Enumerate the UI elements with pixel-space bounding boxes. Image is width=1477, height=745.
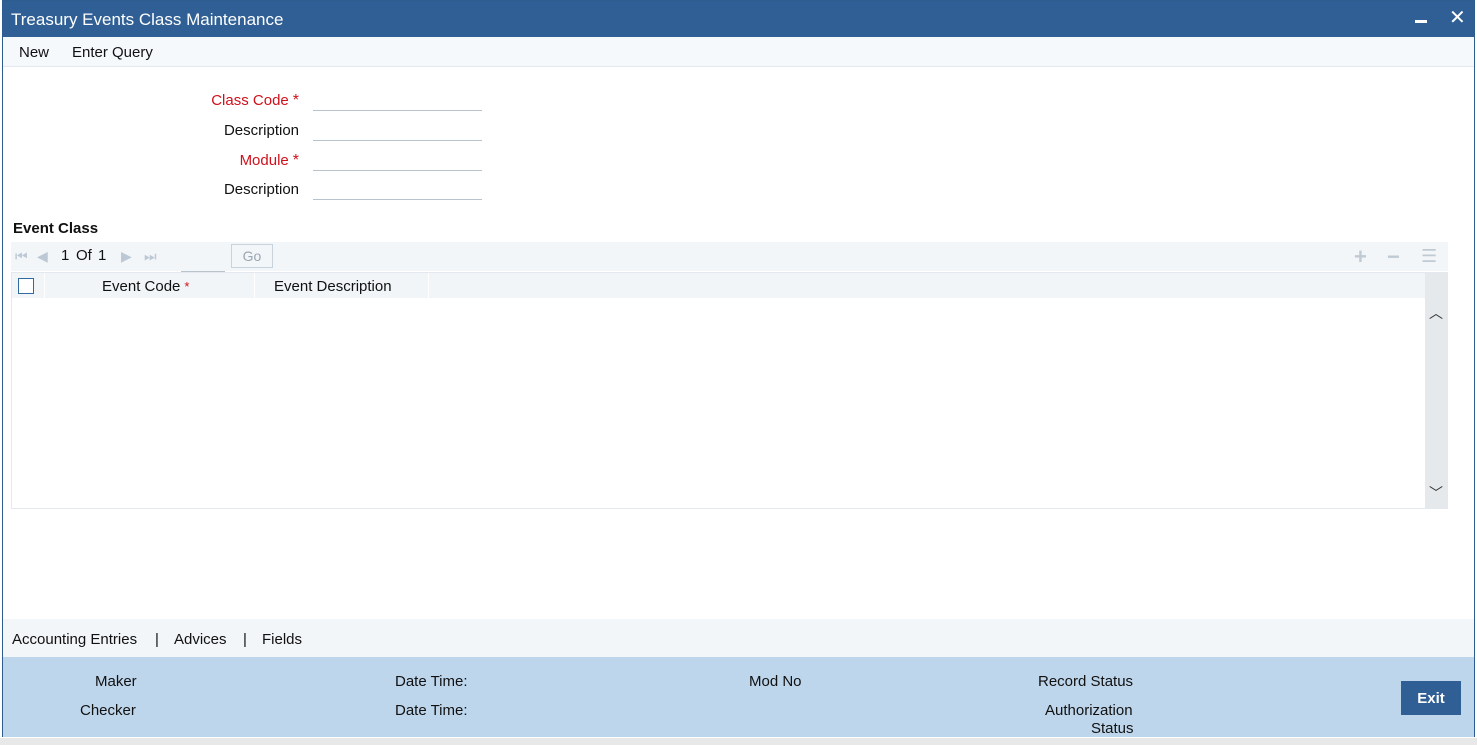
record-status-label: Record Status — [1038, 673, 1134, 690]
module-label: Module * — [239, 152, 299, 169]
module-description-label: Description — [223, 181, 299, 198]
class-code-row: Class Code * — [3, 89, 493, 113]
last-page-icon[interactable]: ⏭ — [144, 248, 157, 265]
grid-scrollbar[interactable]: ︿ ﹀ — [1425, 273, 1447, 508]
bottom-strip — [0, 738, 1477, 745]
event-class-pager: ⏮ ◀ 1 Of 1 ▶ ⏭ Go + − ☰ — [11, 242, 1448, 272]
tab-separator: | — [243, 631, 247, 648]
checker-date-time-label: Date Time: — [395, 702, 468, 719]
previous-page-icon[interactable]: ◀ — [37, 248, 48, 265]
class-code-label: Class Code * — [211, 92, 299, 109]
next-page-icon[interactable]: ▶ — [121, 248, 132, 265]
module-row: Module * — [3, 149, 493, 173]
minimize-icon[interactable] — [1415, 9, 1427, 23]
class-code-input[interactable] — [313, 89, 482, 111]
new-menu-item[interactable]: New — [19, 44, 49, 61]
first-page-icon[interactable]: ⏮ — [15, 248, 28, 265]
window-title: Treasury Events Class Maintenance — [11, 10, 284, 29]
authorization-status-label: Status — [1091, 720, 1134, 737]
class-description-input[interactable] — [313, 119, 482, 141]
checker-label: Checker — [80, 702, 136, 719]
required-marker: * — [292, 152, 299, 169]
advices-link[interactable]: Advices — [174, 631, 227, 648]
subscreen-tabs: Accounting Entries | Advices | Fields — [3, 619, 1474, 657]
module-description-row: Description — [3, 178, 493, 202]
accounting-entries-link[interactable]: Accounting Entries — [12, 631, 137, 648]
go-button[interactable]: Go — [231, 244, 273, 268]
tab-separator: | — [155, 631, 159, 648]
maker-label: Maker — [95, 673, 137, 690]
class-description-row: Description — [3, 119, 493, 143]
current-page: 1 — [61, 247, 70, 264]
exit-button[interactable]: Exit — [1401, 681, 1461, 715]
module-input[interactable] — [313, 149, 482, 171]
total-pages: 1 — [98, 247, 107, 264]
authorization-label: Authorization — [1045, 702, 1133, 719]
scroll-down-icon[interactable]: ﹀ — [1429, 483, 1443, 503]
fields-link[interactable]: Fields — [262, 631, 302, 648]
of-label: Of — [76, 247, 92, 264]
event-class-title: Event Class — [13, 220, 99, 237]
audit-bar: Maker Checker Date Time: Date Time: Mod … — [3, 657, 1474, 737]
add-row-icon[interactable]: + — [1354, 244, 1367, 270]
title-bar: Treasury Events Class Maintenance ✕ — [3, 1, 1474, 37]
list-view-icon[interactable]: ☰ — [1421, 246, 1437, 267]
close-icon[interactable]: ✕ — [1449, 5, 1466, 30]
page-number-input[interactable] — [181, 247, 225, 272]
required-marker: * — [184, 279, 190, 294]
event-code-header: Event Code * — [102, 278, 190, 295]
maintenance-window: Treasury Events Class Maintenance ✕ New … — [2, 0, 1475, 737]
select-all-checkbox[interactable] — [18, 278, 34, 294]
class-description-label: Description — [223, 122, 299, 139]
menu-bar: New Enter Query — [3, 37, 1474, 67]
enter-query-menu-item[interactable]: Enter Query — [72, 44, 153, 61]
event-description-header: Event Description — [274, 278, 392, 295]
required-marker: * — [292, 92, 299, 109]
mod-no-label: Mod No — [749, 673, 802, 690]
module-description-input[interactable] — [313, 178, 482, 200]
scroll-up-icon[interactable]: ︿ — [1429, 303, 1443, 323]
grid-header: Event Code * Event Description — [12, 273, 1425, 298]
maker-date-time-label: Date Time: — [395, 673, 468, 690]
event-class-grid: Event Code * Event Description ︿ ﹀ — [11, 272, 1448, 509]
delete-row-icon[interactable]: − — [1387, 244, 1400, 270]
